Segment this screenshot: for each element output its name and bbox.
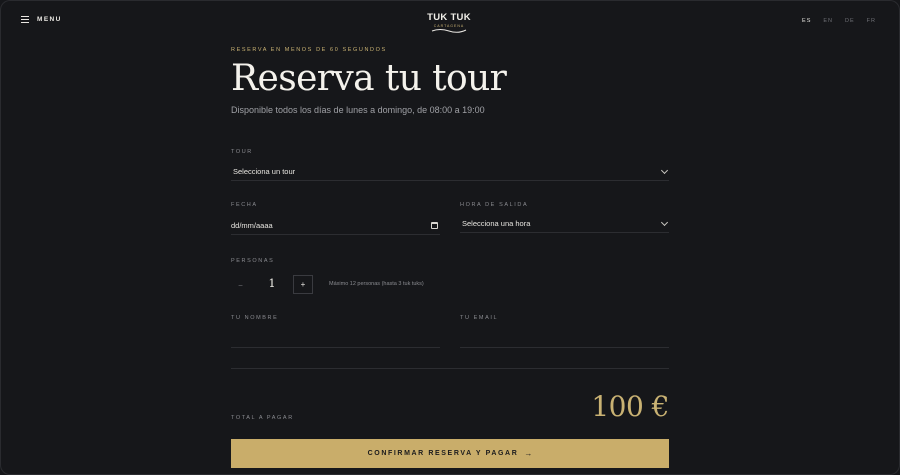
eyebrow-text: RESERVA EN MENOS DE 60 SEGUNDOS: [231, 47, 387, 53]
lang-en[interactable]: EN: [823, 18, 833, 24]
lang-es[interactable]: ES: [802, 18, 811, 24]
email-label: TU EMAIL: [460, 315, 499, 321]
tour-select-value: Selecciona un tour: [233, 167, 296, 176]
people-limit-note: Máximo 12 personas (hasta 3 tuk tuks): [329, 281, 424, 287]
menu-button[interactable]: MENU: [21, 16, 62, 23]
people-label: PERSONAS: [231, 258, 275, 264]
lang-fr[interactable]: FR: [867, 18, 876, 24]
total-amount: 100 €: [591, 390, 669, 423]
time-select[interactable]: Selecciona una hora: [460, 215, 669, 233]
people-count: 1: [268, 277, 276, 290]
divider: [231, 368, 669, 369]
calendar-icon[interactable]: [431, 222, 438, 229]
logo-wave-icon: [431, 29, 467, 33]
booking-page: MENU TUK TUK CARTAGENA ES EN DE FR RESER…: [0, 0, 900, 475]
page-title: Reserva tu tour: [231, 58, 507, 99]
confirm-button-label: CONFIRMAR RESERVA Y PAGAR: [367, 450, 519, 457]
chevron-down-icon: [660, 218, 669, 227]
tour-select[interactable]: Selecciona un tour: [231, 163, 669, 181]
name-input[interactable]: [231, 330, 440, 348]
confirm-and-pay-button[interactable]: CONFIRMAR RESERVA Y PAGAR →: [231, 439, 669, 468]
people-increment-button[interactable]: +: [293, 275, 313, 294]
menu-label: MENU: [37, 16, 62, 23]
total-label: TOTAL A PAGAR: [231, 415, 294, 421]
chevron-down-icon: [660, 166, 669, 175]
language-switcher: ES EN DE FR: [802, 18, 876, 24]
lang-de[interactable]: DE: [845, 18, 855, 24]
logo[interactable]: TUK TUK CARTAGENA: [410, 12, 488, 33]
tour-label: TOUR: [231, 149, 253, 155]
name-label: TU NOMBRE: [231, 315, 279, 321]
page-subtitle: Disponible todos los días de lunes a dom…: [231, 105, 485, 115]
date-label: FECHA: [231, 202, 258, 208]
date-input-placeholder: dd/mm/aaaa: [231, 221, 273, 230]
logo-subtitle: CARTAGENA: [433, 24, 465, 28]
hamburger-icon: [21, 16, 29, 23]
date-input[interactable]: dd/mm/aaaa: [231, 217, 440, 235]
time-select-value: Selecciona una hora: [462, 219, 531, 228]
time-label: HORA DE SALIDA: [460, 202, 529, 208]
email-input[interactable]: [460, 330, 669, 348]
people-decrement-button[interactable]: −: [231, 276, 250, 294]
arrow-right-icon: →: [524, 449, 533, 458]
logo-title: TUK TUK: [427, 12, 471, 23]
